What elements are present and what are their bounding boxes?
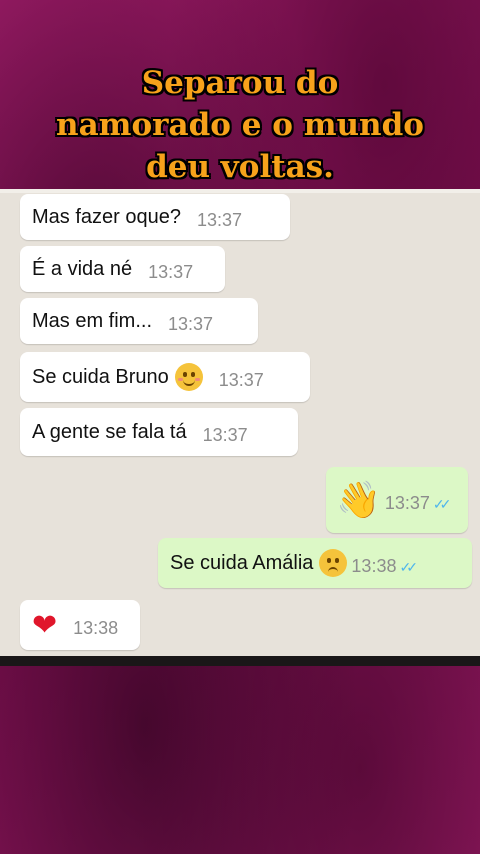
message-text: Se cuida Bruno <box>32 365 169 388</box>
slightly-frowning-face-emoji-icon <box>319 549 348 577</box>
message-time: 13:37 <box>168 313 214 334</box>
chat-top-strip <box>0 189 480 193</box>
red-heart-emoji-icon: ❤ <box>32 608 58 642</box>
message-time: 13:37 <box>148 261 194 282</box>
waving-hand-emoji-icon: 👋 <box>336 479 381 520</box>
message-time: 13:37 <box>384 492 430 513</box>
message-text: Mas em fim... <box>32 309 153 332</box>
message-bubble-incoming[interactable]: ❤ 13:38 <box>20 600 140 650</box>
message-bubble-incoming[interactable]: Se cuida Bruno 13:37 <box>20 352 310 402</box>
caption-headline: Separou do namorado e o mundo deu voltas… <box>0 62 480 188</box>
message-time: 13:37 <box>218 369 264 390</box>
message-text: Se cuida Amália <box>170 551 314 574</box>
message-time: 13:38 <box>351 555 397 576</box>
read-receipt-icon: ✓✓ <box>432 495 452 512</box>
message-bubble-incoming[interactable]: É a vida né 13:37 <box>20 246 225 292</box>
message-bubble-incoming[interactable]: Mas fazer oque? 13:37 <box>20 194 290 240</box>
message-time: 13:37 <box>202 424 248 445</box>
message-text: É a vida né <box>32 257 133 280</box>
message-text: A gente se fala tá <box>32 420 187 443</box>
message-text: Mas fazer oque? <box>32 205 181 228</box>
message-time: 13:38 <box>73 617 119 638</box>
chat-screenshot: Mas fazer oque? 13:37 É a vida né 13:37 … <box>0 189 480 656</box>
chat-bottom-bar <box>0 656 480 666</box>
headline-line-1: Separou do <box>141 65 339 101</box>
relieved-smile-emoji-icon <box>174 363 203 391</box>
headline-line-2: namorado e o mundo <box>56 107 424 143</box>
read-receipt-icon: ✓✓ <box>399 558 418 575</box>
headline-line-3: deu voltas. <box>146 149 334 185</box>
message-bubble-outgoing[interactable]: Se cuida Amália 13:38 ✓✓ <box>158 538 472 588</box>
message-bubble-outgoing[interactable]: 👋 13:37 ✓✓ <box>326 467 468 533</box>
message-bubble-incoming[interactable]: Mas em fim... 13:37 <box>20 298 258 344</box>
message-bubble-incoming[interactable]: A gente se fala tá 13:37 <box>20 408 298 456</box>
message-time: 13:37 <box>196 209 243 230</box>
